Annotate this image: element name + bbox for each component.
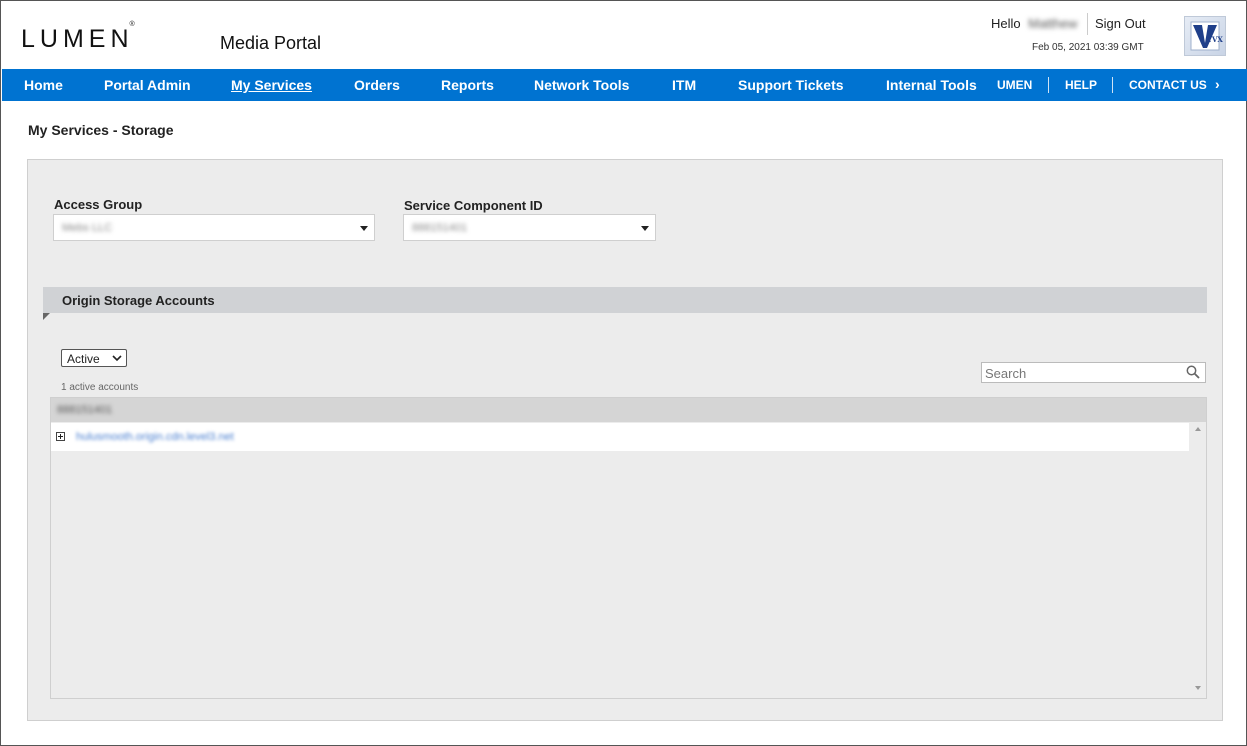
caret-down-icon bbox=[641, 226, 649, 231]
vyvx-logo: YVX bbox=[1184, 16, 1226, 56]
access-group-value: Mebs LLC bbox=[62, 222, 113, 234]
service-component-select[interactable]: 888151401 bbox=[403, 214, 656, 241]
grid-group-header: 888151401 bbox=[51, 398, 1206, 422]
account-link[interactable]: hulusmooth.origin.cdn.level3.net bbox=[76, 431, 234, 443]
nav-help[interactable]: HELP bbox=[1065, 78, 1097, 92]
nav-reports[interactable]: Reports bbox=[441, 77, 494, 93]
scroll-down-icon[interactable] bbox=[1195, 686, 1201, 690]
corner-marker bbox=[43, 313, 50, 320]
nav-itm[interactable]: ITM bbox=[672, 77, 696, 93]
search-icon[interactable] bbox=[1186, 365, 1200, 384]
nav-divider bbox=[1048, 77, 1049, 93]
nav-contact-us[interactable]: CONTACT US bbox=[1129, 78, 1207, 92]
chevron-right-icon[interactable]: › bbox=[1215, 76, 1220, 92]
search-input[interactable]: Search bbox=[981, 362, 1206, 383]
origin-storage-header: Origin Storage Accounts bbox=[43, 287, 1207, 313]
nav-network-tools[interactable]: Network Tools bbox=[534, 77, 629, 93]
lumen-logo[interactable]: LUMEN® bbox=[21, 21, 139, 54]
nav-my-services[interactable]: My Services bbox=[231, 77, 312, 93]
nav-umen[interactable]: UMEN bbox=[997, 78, 1032, 92]
user-name: Matthew bbox=[1028, 16, 1078, 31]
table-row: hulusmooth.origin.cdn.level3.net bbox=[51, 423, 1189, 451]
status-filter-select[interactable]: Active bbox=[61, 349, 127, 367]
nav-orders[interactable]: Orders bbox=[354, 77, 400, 93]
nav-internal-tools[interactable]: Internal Tools bbox=[886, 77, 977, 93]
nav-support-tickets[interactable]: Support Tickets bbox=[738, 77, 844, 93]
access-group-label: Access Group bbox=[54, 197, 143, 212]
logo-text: LUMEN bbox=[21, 25, 134, 53]
section-title: Origin Storage Accounts bbox=[62, 293, 215, 308]
service-component-value: 888151401 bbox=[412, 222, 468, 234]
app-frame: LUMEN® Media Portal Hello Matthew Sign O… bbox=[0, 0, 1247, 746]
expand-icon[interactable] bbox=[56, 432, 65, 441]
sign-out-link[interactable]: Sign Out bbox=[1095, 16, 1146, 31]
portal-title: Media Portal bbox=[220, 33, 322, 53]
chevron-down-icon bbox=[112, 350, 122, 369]
svg-text:YVX: YVX bbox=[1206, 35, 1223, 44]
scroll-up-icon[interactable] bbox=[1195, 427, 1201, 431]
service-component-label: Service Component ID bbox=[404, 198, 543, 213]
access-group-select[interactable]: Mebs LLC bbox=[53, 214, 375, 241]
accounts-count: 1 active accounts bbox=[61, 382, 139, 393]
greeting-label: Hello bbox=[991, 16, 1021, 31]
current-datetime: Feb 05, 2021 03:39 GMT bbox=[1032, 42, 1144, 53]
status-filter-value: Active bbox=[67, 352, 100, 366]
caret-down-icon bbox=[360, 226, 368, 231]
nav-home[interactable]: Home bbox=[24, 77, 63, 93]
nav-divider bbox=[1112, 77, 1113, 93]
header-divider bbox=[1087, 13, 1088, 35]
page-title: My Services - Storage bbox=[28, 122, 174, 138]
accounts-grid: 888151401 hulusmooth.origin.cdn.level3.n… bbox=[50, 397, 1207, 699]
greeting: Hello Matthew bbox=[991, 16, 1077, 31]
logo-trademark: ® bbox=[129, 20, 135, 28]
search-placeholder: Search bbox=[985, 366, 1027, 381]
group-header-value: 888151401 bbox=[57, 404, 113, 416]
main-nav: Home Portal Admin My Services Orders Rep… bbox=[2, 69, 1247, 101]
nav-portal-admin[interactable]: Portal Admin bbox=[104, 77, 191, 93]
